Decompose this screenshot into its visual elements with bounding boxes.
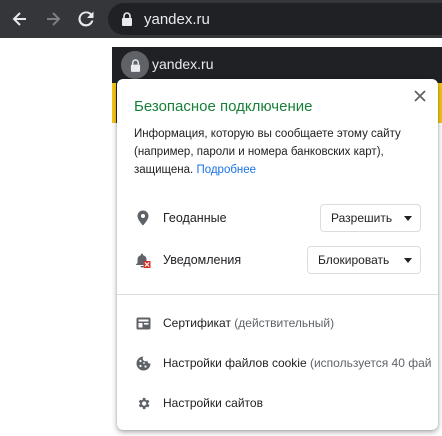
location-permission-select[interactable]: Разрешить [320,204,421,232]
background-lock-button[interactable] [121,51,149,79]
link-title: Настройки сайтов [163,396,263,410]
bell-blocked-icon [134,251,152,269]
link-title: Настройки файлов cookie [163,356,307,370]
link-label: Настройки сайтов [163,396,263,410]
reload-icon [78,11,94,27]
link-label: Сертификат (действительный) [163,316,334,330]
cookie-icon [134,354,152,372]
certificate-link[interactable]: Сертификат (действительный) [117,307,438,337]
caret-down-icon [404,258,412,263]
close-button[interactable] [410,86,430,106]
site-settings-link[interactable]: Настройки сайтов [117,387,438,417]
link-title: Сертификат [163,316,231,330]
popup-description: Информация, которую вы сообщаете этому с… [134,125,424,179]
background-accent-left [112,83,116,123]
lock-icon[interactable] [120,11,134,27]
forward-button[interactable] [41,7,65,31]
lock-icon [130,58,140,72]
address-bar[interactable]: yandex.ru [108,3,442,35]
browser-window: yandex.ru yandex.ru Безопасное подключен… [0,0,442,436]
arrow-left-icon [12,12,26,26]
cookie-settings-link[interactable]: Настройки файлов cookie (используется 40… [117,347,438,377]
reload-button[interactable] [74,7,98,31]
certificate-icon [134,314,152,332]
browser-toolbar: yandex.ru [0,0,442,38]
location-pin-icon [134,209,152,227]
link-subtitle: (действительный) [234,316,335,330]
notifications-permission-select[interactable]: Блокировать [307,246,421,274]
description-text: Информация, которую вы сообщаете этому с… [134,128,401,176]
close-icon [414,90,426,102]
section-divider [117,294,438,295]
address-url: yandex.ru [144,10,210,28]
permission-label: Уведомления [163,253,242,267]
site-info-popup: Безопасное подключение Информация, котор… [117,79,438,430]
arrow-right-icon [47,12,61,26]
gear-icon [134,394,152,412]
popup-title: Безопасное подключение [134,98,313,115]
link-label: Настройки файлов cookie (используется 40… [163,356,431,370]
permission-row-location: Геоданные Разрешить [117,203,438,233]
link-subtitle: (используется 40 фай [309,356,432,370]
caret-down-icon [404,216,412,221]
background-url: yandex.ru [152,56,214,72]
more-info-link[interactable]: Подробнее [196,164,256,176]
permission-label: Геоданные [163,211,227,225]
select-value: Разрешить [331,211,393,225]
select-value: Блокировать [318,253,390,267]
back-button[interactable] [8,7,32,31]
permission-row-notifications: Уведомления Блокировать [117,245,438,275]
